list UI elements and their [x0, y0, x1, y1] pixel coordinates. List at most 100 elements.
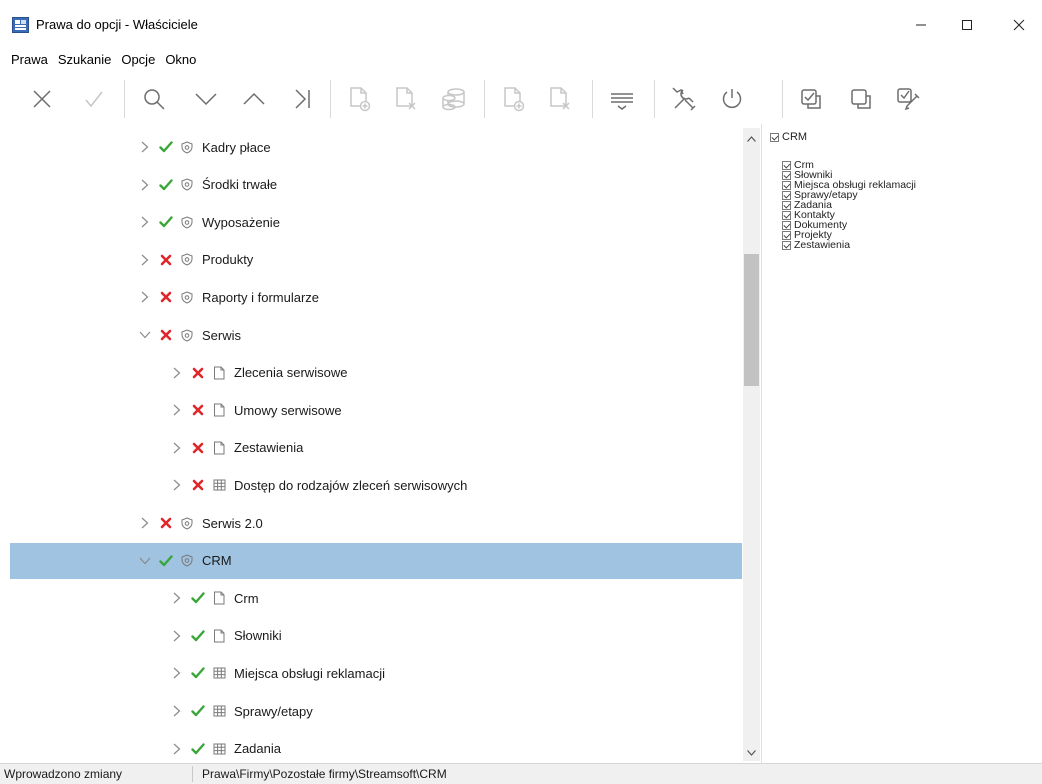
checkbox[interactable] [782, 240, 791, 250]
allowed-check-icon[interactable] [158, 553, 174, 569]
chevron-right-icon[interactable] [138, 140, 152, 154]
checkbox[interactable] [782, 180, 791, 190]
menu-opcje[interactable]: Opcje [116, 52, 160, 67]
remove-document-button[interactable] [386, 80, 426, 118]
menu-okno[interactable]: Okno [160, 52, 201, 67]
caret-up-icon [747, 135, 756, 142]
chevron-right-icon[interactable] [138, 290, 152, 304]
allowed-check-icon[interactable] [190, 741, 206, 757]
chevron-right-icon[interactable] [170, 403, 184, 417]
denied-x-icon[interactable] [190, 365, 206, 381]
document-icon [212, 441, 226, 455]
title-bar: Prawa do opcji - Właściciele [0, 0, 1042, 46]
allowed-check-icon[interactable] [190, 703, 206, 719]
add-document-button-2[interactable] [494, 80, 534, 118]
tree-row[interactable]: Środki trwałe [10, 167, 742, 203]
menu-szukanie[interactable]: Szukanie [53, 52, 116, 67]
checkbox[interactable] [782, 210, 791, 220]
previous-button[interactable] [234, 80, 274, 118]
chevron-right-icon[interactable] [170, 478, 184, 492]
checkbox[interactable] [782, 160, 791, 170]
scroll-up-button[interactable] [743, 130, 760, 147]
invert-check-button[interactable] [888, 80, 928, 118]
tree-row[interactable]: Wyposażenie [10, 204, 742, 240]
minimize-button[interactable] [898, 8, 944, 42]
chevron-down-icon[interactable] [138, 554, 152, 568]
panel-header-label: CRM [782, 131, 808, 143]
chevron-right-icon[interactable] [170, 441, 184, 455]
denied-x-icon[interactable] [190, 440, 206, 456]
filter-button[interactable] [602, 80, 642, 118]
checkbox[interactable] [770, 132, 779, 142]
denied-x-icon[interactable] [190, 402, 206, 418]
tree-row[interactable]: Słowniki [10, 618, 742, 654]
chevron-right-icon[interactable] [138, 215, 152, 229]
tree-row[interactable]: Serwis 2.0 [10, 505, 742, 541]
tree-row[interactable]: Umowy serwisowe [10, 392, 742, 428]
tree-row[interactable]: Sprawy/etapy [10, 693, 742, 729]
denied-x-icon[interactable] [190, 477, 206, 493]
tree-row[interactable]: Produkty [10, 242, 742, 278]
maximize-button[interactable] [944, 8, 990, 42]
check-all-button[interactable] [792, 80, 832, 118]
tree-row[interactable]: Dostęp do rodzajów zleceń serwisowych [10, 467, 742, 503]
chevron-right-icon[interactable] [138, 253, 152, 267]
checkbox[interactable] [782, 230, 791, 240]
cancel-button[interactable] [22, 80, 62, 118]
checkbox[interactable] [782, 190, 791, 200]
checkbox[interactable] [782, 220, 791, 230]
menu-prawa[interactable]: Prawa [6, 52, 53, 67]
chevron-right-icon[interactable] [170, 366, 184, 380]
tree-row[interactable]: Zadania [10, 731, 742, 761]
allowed-check-icon[interactable] [190, 628, 206, 644]
denied-x-icon[interactable] [158, 252, 174, 268]
denied-x-icon[interactable] [158, 515, 174, 531]
chevron-right-icon[interactable] [170, 704, 184, 718]
checkbox[interactable] [782, 170, 791, 180]
chevron-right-icon[interactable] [170, 591, 184, 605]
allowed-check-icon[interactable] [158, 214, 174, 230]
add-document-button[interactable] [340, 80, 380, 118]
tree-row[interactable]: Raporty i formularze [10, 279, 742, 315]
shield-icon [180, 290, 194, 304]
search-button[interactable] [134, 80, 174, 118]
allowed-check-icon[interactable] [158, 139, 174, 155]
database-button[interactable] [434, 80, 474, 118]
tree-row[interactable]: CRM [10, 542, 742, 579]
next-button[interactable] [186, 80, 226, 118]
tree-row[interactable]: Crm [10, 580, 742, 616]
allowed-check-icon[interactable] [190, 590, 206, 606]
allowed-check-icon[interactable] [158, 177, 174, 193]
denied-x-icon[interactable] [158, 327, 174, 343]
scroll-down-button[interactable] [743, 744, 760, 761]
tree-scrollbar[interactable] [743, 128, 760, 761]
checkbox[interactable] [782, 200, 791, 210]
tree-row[interactable]: Miejsca obsługi reklamacji [10, 655, 742, 691]
denied-x-icon[interactable] [158, 289, 174, 305]
remove-document-button-2[interactable] [540, 80, 580, 118]
option-checkbox-row[interactable]: Zestawienia [782, 240, 1040, 250]
chevron-right-icon[interactable] [138, 516, 152, 530]
last-button[interactable] [282, 80, 322, 118]
tree-row[interactable]: Zestawienia [10, 430, 742, 466]
confirm-button[interactable] [74, 80, 114, 118]
uncheck-all-button[interactable] [842, 80, 882, 118]
status-message: Wprowadzono zmiany [4, 767, 123, 781]
tree-row[interactable]: Kadry płace [10, 129, 742, 165]
caret-down-icon [747, 749, 756, 756]
panel-header-checkbox[interactable]: CRM [770, 131, 1040, 143]
chevron-right-icon[interactable] [170, 629, 184, 643]
power-button[interactable] [712, 80, 752, 118]
chevron-right-icon[interactable] [170, 742, 184, 756]
scroll-thumb[interactable] [744, 254, 759, 386]
chevron-right-icon[interactable] [138, 178, 152, 192]
tree-row[interactable]: Zlecenia serwisowe [10, 355, 742, 391]
tools-button[interactable] [664, 80, 704, 118]
toolbar-separator [484, 80, 485, 118]
chevron-down-icon[interactable] [138, 328, 152, 342]
tree-row[interactable]: Serwis [10, 317, 742, 353]
close-window-button[interactable] [996, 8, 1042, 42]
chevron-right-icon[interactable] [170, 666, 184, 680]
allowed-check-icon[interactable] [190, 665, 206, 681]
document-icon [212, 591, 226, 605]
